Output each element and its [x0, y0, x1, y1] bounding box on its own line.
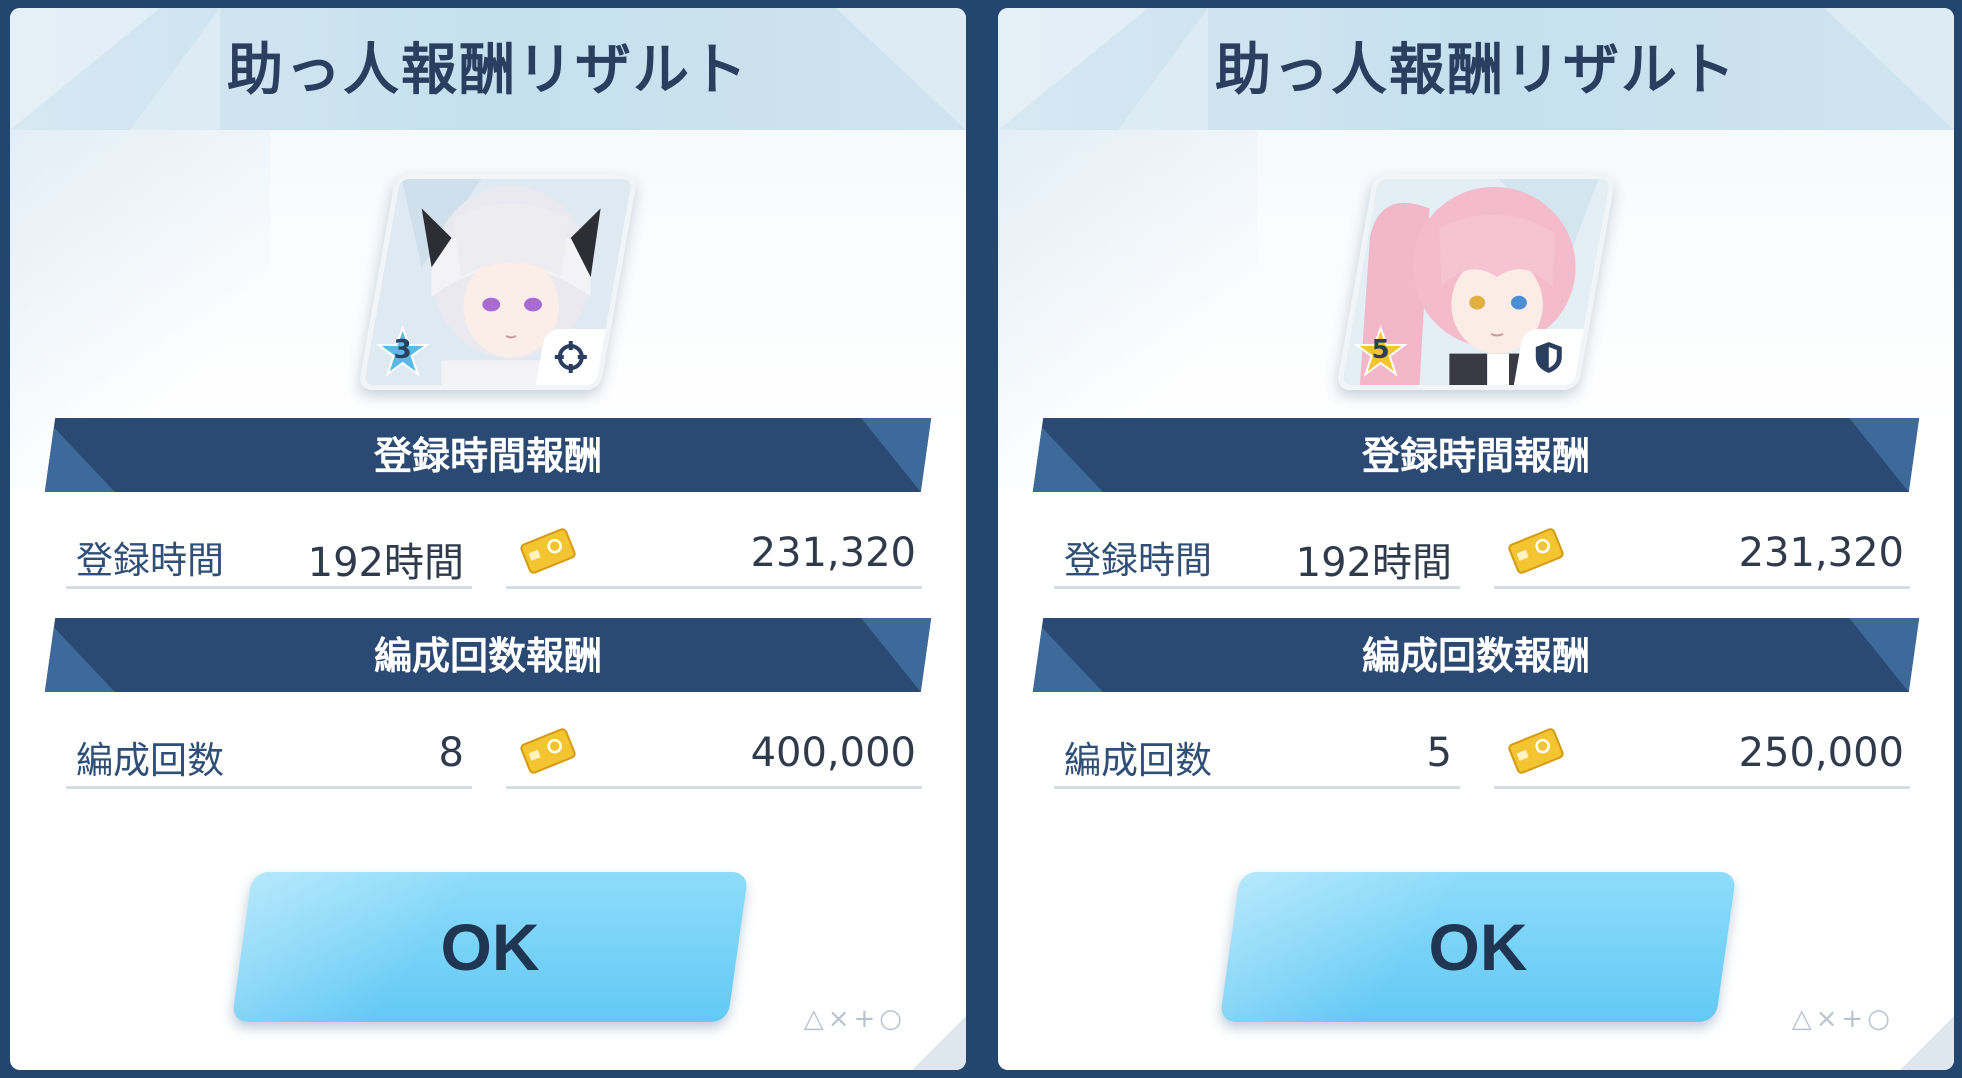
dialog-title: 助っ人報酬リザルト: [1215, 38, 1737, 103]
result-dialog-right: 助っ人報酬リザルト 5 登録時間報酬 登録時間 192時間 231,320 編成…: [998, 8, 1954, 1070]
dialog-header: 助っ人報酬リザルト: [998, 8, 1954, 130]
section-registration-reward: 登録時間報酬: [44, 418, 932, 492]
controller-hint: △×+○: [803, 1004, 906, 1034]
corner-fold: [1900, 1016, 1954, 1070]
formation-row: 編成回数 8 400,000: [66, 720, 922, 790]
row-value: 5: [1426, 730, 1452, 776]
result-dialog-left: 助っ人報酬リザルト 3 登録時間報酬 登録時間 192時間 231,320 編成…: [10, 8, 966, 1070]
formation-row: 編成回数 5 250,000: [1054, 720, 1910, 790]
corner-fold: [912, 1016, 966, 1070]
section-title: 登録時間報酬: [373, 434, 602, 478]
reward-amount: 231,320: [1738, 530, 1904, 576]
character-portrait: 5: [1335, 174, 1617, 390]
credit-card-icon: [1504, 726, 1568, 780]
ok-label: OK: [440, 910, 540, 984]
credit-card-icon: [516, 526, 580, 580]
row-value: 192時間: [1295, 540, 1452, 586]
star-rank-icon: 5: [1353, 324, 1408, 379]
shield-icon: [1513, 329, 1584, 385]
section-title: 編成回数報酬: [373, 634, 602, 678]
star-rank-number: 5: [1371, 335, 1390, 365]
section-formation-reward: 編成回数報酬: [44, 618, 932, 692]
dialog-title: 助っ人報酬リザルト: [227, 38, 749, 103]
row-value: 8: [438, 730, 464, 776]
credit-card-icon: [516, 726, 580, 780]
reward-amount: 250,000: [1738, 730, 1904, 776]
ok-button[interactable]: OK: [231, 872, 749, 1022]
ok-label: OK: [1428, 910, 1528, 984]
credit-card-icon: [1504, 526, 1568, 580]
section-formation-reward: 編成回数報酬: [1032, 618, 1920, 692]
row-label: 登録時間: [1064, 539, 1212, 582]
character-portrait: 3: [357, 174, 639, 390]
star-rank-icon: 3: [375, 324, 430, 379]
reward-amount: 400,000: [750, 730, 916, 776]
registration-row: 登録時間 192時間 231,320: [66, 520, 922, 590]
crosshair-icon: [535, 329, 606, 385]
star-rank-number: 3: [393, 335, 412, 365]
row-label: 編成回数: [1064, 739, 1212, 782]
reward-amount: 231,320: [750, 530, 916, 576]
ok-button[interactable]: OK: [1219, 872, 1737, 1022]
registration-row: 登録時間 192時間 231,320: [1054, 520, 1910, 590]
row-label: 登録時間: [76, 539, 224, 582]
dialog-header: 助っ人報酬リザルト: [10, 8, 966, 130]
section-title: 登録時間報酬: [1361, 434, 1590, 478]
row-label: 編成回数: [76, 739, 224, 782]
controller-hint: △×+○: [1791, 1004, 1894, 1034]
row-value: 192時間: [307, 540, 464, 586]
section-registration-reward: 登録時間報酬: [1032, 418, 1920, 492]
section-title: 編成回数報酬: [1361, 634, 1590, 678]
